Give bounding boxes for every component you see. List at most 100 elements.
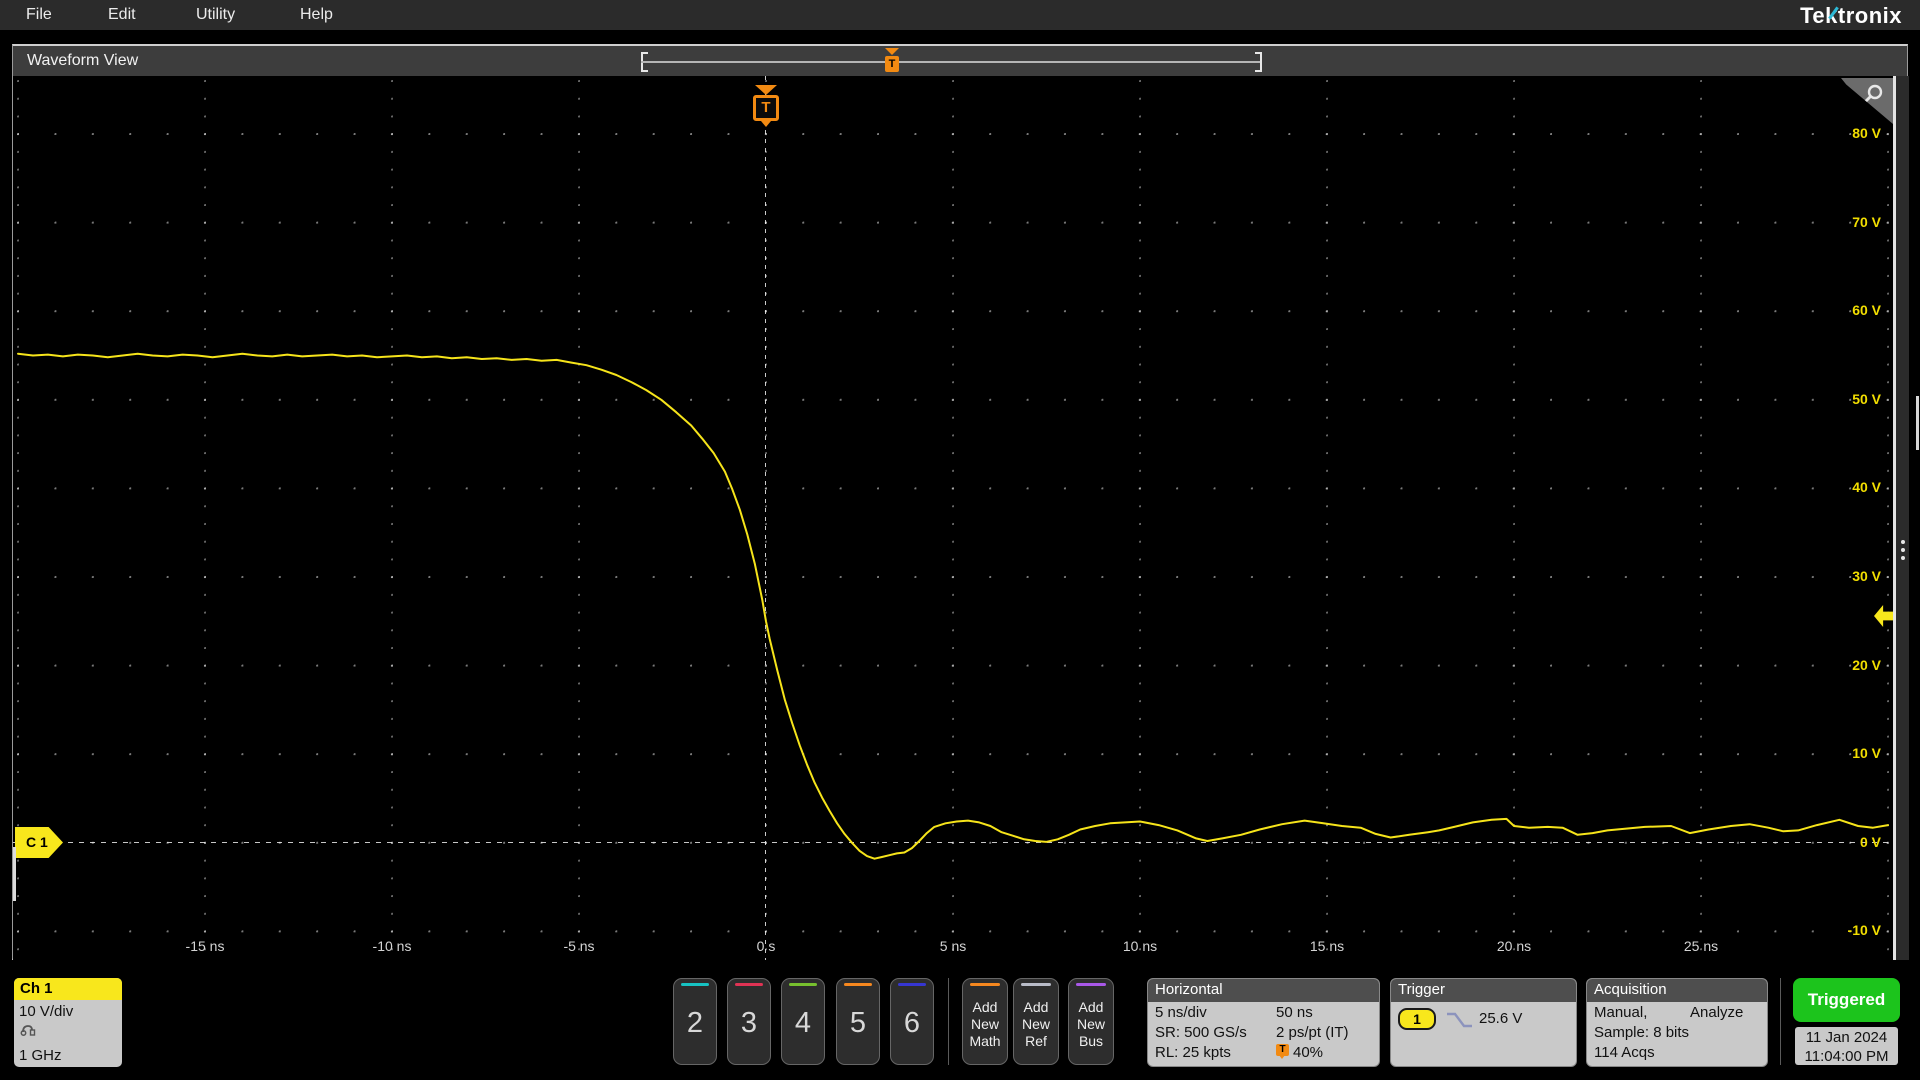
acquisition-panel-title: Acquisition [1587, 979, 1767, 1002]
trigger-level-value: 25.6 V [1479, 1010, 1523, 1027]
trigger-marker-triangle-icon [755, 85, 777, 95]
right-gutter [1896, 76, 1909, 960]
date-text: 11 Jan 2024 [1805, 1029, 1888, 1046]
time-tick-label: 10 ns [1122, 938, 1158, 954]
divider [948, 978, 949, 1065]
add-new-bus-button[interactable]: Add New Bus [1068, 978, 1114, 1065]
horizontal-scale: 5 ns/div [1155, 1004, 1207, 1021]
voltage-tick-label: 0 V [1859, 833, 1881, 850]
time-tick-label: 25 ns [1683, 938, 1719, 954]
waveform-view: Waveform View T 80 V 70 V 60 V 50 V 40 V 30 V… [12, 44, 1909, 960]
graticule-plot-area[interactable]: 80 V 70 V 60 V 50 V 40 V 30 V 20 V 10 V 0 V -10 V… [13, 76, 1893, 960]
channel-color-line [681, 983, 709, 986]
channel-6-button[interactable]: 6 [890, 978, 934, 1065]
trigger-panel[interactable]: Trigger 1 25.6 V [1390, 978, 1577, 1067]
right-edge-scroll-tick[interactable] [1916, 396, 1919, 450]
ch1-waveform-trace [17, 352, 1889, 860]
waveform-canvas [17, 352, 1889, 860]
add-new-math-button[interactable]: Add New Math [962, 978, 1008, 1065]
trigger-position-icon: T [1276, 1044, 1289, 1059]
time-tick-label: 5 ns [939, 938, 967, 954]
horizontal-panel[interactable]: Horizontal 5 ns/div 50 ns SR: 500 GS/s 2… [1147, 978, 1380, 1067]
horizontal-panel-title: Horizontal [1148, 979, 1379, 1002]
falling-edge-icon [1447, 1012, 1472, 1028]
probe-icon [20, 1025, 36, 1036]
time-tick-label: 15 ns [1309, 938, 1345, 954]
ch1-bandwidth: 1 GHz [19, 1047, 62, 1064]
voltage-tick-label: 80 V [1852, 125, 1881, 141]
menu-edit[interactable]: Edit [108, 6, 136, 24]
button-color-line [1021, 983, 1051, 986]
channel-color-line [735, 983, 763, 986]
button-label: Add New Bus [1076, 999, 1105, 1049]
voltage-tick-label: 30 V [1852, 568, 1881, 584]
add-new-ref-button[interactable]: Add New Ref [1013, 978, 1059, 1065]
acquisition-mode: Manual, Analyze [1594, 1004, 1744, 1021]
time-tick-label: 20 ns [1496, 938, 1532, 954]
voltage-tick-label: 20 V [1852, 656, 1881, 673]
channel-number: 6 [903, 1007, 921, 1039]
datetime-display: 11 Jan 2024 11:04:00 PM [1795, 1027, 1898, 1065]
trigger-source-badge: 1 [1398, 1008, 1436, 1030]
channel-4-button[interactable]: 4 [781, 978, 825, 1065]
voltage-tick-label: 10 V [1852, 745, 1881, 762]
tektronix-logo: Tektronix [1800, 3, 1902, 28]
trigger-panel-title: Trigger [1391, 979, 1576, 1002]
horizontal-window: 50 ns [1276, 1004, 1313, 1021]
voltage-tick-label: 40 V [1852, 479, 1881, 496]
channel-3-button[interactable]: 3 [727, 978, 771, 1065]
view-title: Waveform View [27, 52, 139, 69]
horizontal-position-percent: 40% [1293, 1044, 1324, 1061]
time-text: 11:04:00 PM [1804, 1048, 1889, 1065]
horizontal-resolution: 2 ps/pt (IT) [1276, 1024, 1349, 1041]
button-color-line [970, 983, 1000, 986]
acquisition-analyze: Analyze [1690, 1004, 1744, 1021]
minimap-trigger-marker[interactable]: T [884, 48, 900, 75]
channel-2-button[interactable]: 2 [673, 978, 717, 1065]
minimap-trigger-triangle-icon [885, 48, 899, 55]
acquisition-sample: Sample: 8 bits [1594, 1024, 1690, 1041]
channel-number: 5 [849, 1007, 867, 1039]
minimap-trigger-t-icon: T [885, 56, 899, 72]
horizontal-record-length: RL: 25 kpts [1155, 1044, 1231, 1061]
time-tick-label: -5 ns [563, 938, 595, 954]
left-edge-scroll-tick[interactable] [13, 847, 16, 901]
channel-color-line [844, 983, 872, 986]
channel-number: 3 [740, 1007, 758, 1039]
trigger-position-marker[interactable]: T [752, 85, 780, 131]
scrollbar-drag-handle[interactable] [1897, 536, 1908, 566]
button-label: Add New Ref [1021, 999, 1050, 1049]
button-color-line [1076, 983, 1106, 986]
horizontal-position: T 40% [1276, 1044, 1323, 1061]
minimap-rail [641, 61, 1262, 63]
menu-utility[interactable]: Utility [196, 6, 235, 24]
menu-bar: File Edit Utility Help Tektronix [0, 0, 1920, 30]
time-tick-label: -10 ns [372, 938, 412, 954]
menu-file[interactable]: File [26, 6, 52, 24]
time-tick-label: -15 ns [185, 938, 225, 954]
channel-number: 2 [686, 1007, 704, 1039]
ch1-badge-panel[interactable]: Ch 1 10 V/div 1 GHz [14, 978, 122, 1067]
horizontal-position-minimap[interactable]: T [641, 48, 1262, 75]
minimap-right-bracket [1255, 52, 1262, 72]
triggered-status-badge: Triggered [1793, 978, 1900, 1022]
channel-5-button[interactable]: 5 [836, 978, 880, 1065]
channel-color-line [898, 983, 926, 986]
ch1-title: Ch 1 [14, 978, 122, 1000]
time-tick-label: 0 s [756, 938, 776, 954]
bottom-settings-bar: Ch 1 10 V/div 1 GHz 2 3 4 5 6 Add New Math Add N… [0, 975, 1920, 1080]
waveform-view-titlebar: Waveform View T [13, 46, 1907, 76]
trigger-marker-notch-icon [761, 121, 771, 127]
acquisition-panel[interactable]: Acquisition Manual, Analyze Sample: 8 bi… [1586, 978, 1768, 1067]
channel-number: 4 [794, 1007, 812, 1039]
trigger-marker-t-icon: T [753, 95, 779, 121]
acquisition-count: 114 Acqs [1594, 1044, 1655, 1061]
channel-color-line [789, 983, 817, 986]
voltage-tick-label: 60 V [1852, 302, 1881, 319]
voltage-tick-label: 70 V [1852, 213, 1881, 230]
voltage-tick-label: -10 V [1847, 922, 1881, 939]
menu-help[interactable]: Help [300, 6, 333, 24]
ch1-scale: 10 V/div [19, 1003, 74, 1020]
horizontal-sample-rate: SR: 500 GS/s [1155, 1024, 1247, 1041]
button-label: Add New Math [969, 999, 1001, 1049]
